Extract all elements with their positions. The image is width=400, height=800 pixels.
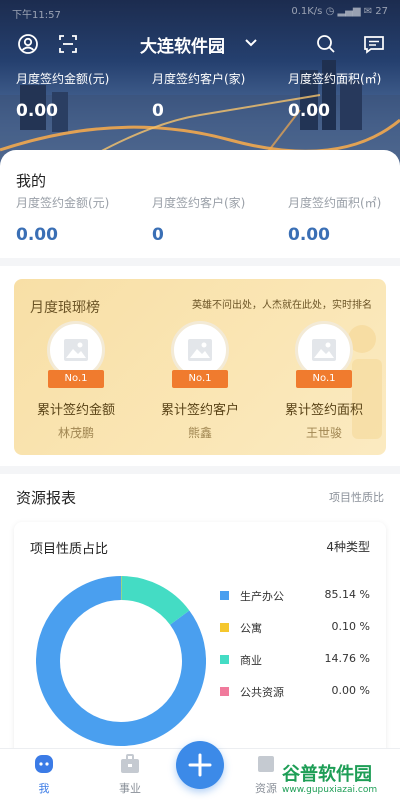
- scan-icon[interactable]: [56, 32, 80, 56]
- stat-label: 月度签约面积(㎡): [288, 196, 382, 210]
- avatar: No.1: [47, 321, 105, 388]
- chevron-down-icon[interactable]: [244, 36, 258, 50]
- legend-percent: 85.14 %: [324, 588, 370, 601]
- tab-label: 事业: [119, 782, 141, 795]
- section-divider: [0, 258, 400, 266]
- resources-icon: [258, 756, 274, 772]
- ranking-item[interactable]: No.1 累计签约面积 王世骏: [262, 321, 386, 441]
- legend-swatch: [220, 591, 229, 600]
- park-title[interactable]: 大连软件园: [140, 32, 225, 57]
- stat-label: 月度签约客户(家): [152, 196, 246, 210]
- chart-title: 项目性质占比: [30, 542, 109, 557]
- mine-stat-customers: 月度签约客户(家) 0: [152, 194, 245, 245]
- resources-link[interactable]: 项目性质比: [329, 489, 384, 505]
- stat-label: 月度签约面积(㎡): [288, 72, 382, 86]
- donut-chart[interactable]: [36, 576, 206, 746]
- legend-swatch: [220, 687, 229, 696]
- resources-title: 资源报表: [16, 489, 77, 507]
- stat-label: 月度签约金额(元): [16, 196, 110, 210]
- rank-badge: No.1: [172, 370, 228, 388]
- mine-section-title: 我的: [16, 172, 47, 190]
- ranking-item-name: 王世骏: [305, 426, 342, 440]
- legend-swatch: [220, 655, 229, 664]
- stat-value: 0.00: [16, 225, 58, 245]
- message-icon[interactable]: [362, 32, 386, 56]
- user-profile-icon[interactable]: [16, 32, 40, 56]
- avatar: No.1: [171, 321, 229, 388]
- legend-percent: 14.76 %: [324, 652, 370, 665]
- me-tab-icon: [35, 755, 53, 773]
- stat-value: 0.00: [288, 101, 330, 121]
- mine-stat-area: 月度签约面积(㎡) 0.00: [288, 194, 381, 245]
- legend-percent: 0.00 %: [331, 684, 370, 697]
- legend-item[interactable]: 公寓 0.10 %: [220, 620, 370, 652]
- add-button[interactable]: [176, 741, 224, 789]
- status-bar: 下午11:57 0.1K/s ◷ ▂▄▆ ✉ 27: [0, 4, 400, 21]
- ranking-item[interactable]: No.1 累计签约金额 林茂鹏: [14, 321, 138, 441]
- stat-label: 月度签约客户(家): [152, 72, 246, 86]
- ranking-item-label: 累计签约金额: [36, 403, 115, 418]
- stat-value: 0.00: [288, 225, 330, 245]
- status-indicators: 0.1K/s ◷ ▂▄▆ ✉ 27: [291, 6, 388, 17]
- image-placeholder-icon: [64, 339, 88, 361]
- rank-badge: No.1: [296, 370, 352, 388]
- hero-banner: 下午11:57 0.1K/s ◷ ▂▄▆ ✉ 27 大连软件园 月度签约金额(元…: [0, 0, 400, 175]
- hero-stat-area: 月度签约面积(㎡) 0.00: [288, 70, 381, 121]
- chart-legend: 生产办公 85.14 % 公寓 0.10 % 商业 14.76 % 公共资源 0…: [220, 588, 370, 716]
- image-placeholder-icon: [188, 339, 212, 361]
- legend-label: 生产办公: [240, 590, 284, 603]
- image-placeholder-icon: [312, 339, 336, 361]
- ranking-title: 月度琅琊榜: [30, 300, 100, 316]
- rank-badge: No.1: [48, 370, 104, 388]
- main-content: 我的 月度签约金额(元) 0.00 月度签约客户(家) 0 月度签约面积(㎡) …: [0, 150, 400, 800]
- ranking-item-name: 熊鑫: [187, 426, 212, 440]
- tab-me[interactable]: 我: [14, 753, 74, 796]
- ranking-item-name: 林茂鹏: [57, 426, 94, 440]
- tab-business[interactable]: 事业: [100, 753, 160, 796]
- ranking-item-label: 累计签约客户: [160, 403, 239, 418]
- site-watermark: 谷普软件园 www.gupuxiazai.com: [278, 758, 400, 800]
- ranking-item-label: 累计签约面积: [284, 403, 363, 418]
- hero-stat-customers: 月度签约客户(家) 0: [152, 70, 245, 121]
- ranking-item[interactable]: No.1 累计签约客户 熊鑫: [138, 321, 262, 441]
- legend-label: 公寓: [240, 622, 262, 635]
- status-time: 下午11:57: [12, 10, 61, 21]
- section-divider: [0, 466, 400, 474]
- search-icon[interactable]: [314, 32, 338, 56]
- plus-icon: [188, 753, 212, 777]
- stat-value: 0: [152, 225, 164, 245]
- legend-item[interactable]: 生产办公 85.14 %: [220, 588, 370, 620]
- avatar: No.1: [295, 321, 353, 388]
- legend-swatch: [220, 623, 229, 632]
- type-count: 4种类型: [326, 540, 370, 554]
- ranking-card[interactable]: 月度琅琊榜 英雄不问出处，人杰就在此处，实时排名 No.1 累计签约金额 林茂鹏: [14, 279, 386, 455]
- top-bar: 大连软件园: [0, 30, 400, 58]
- legend-item[interactable]: 商业 14.76 %: [220, 652, 370, 684]
- mine-stat-amount: 月度签约金额(元) 0.00: [16, 194, 109, 245]
- briefcase-icon: [121, 754, 139, 773]
- donut-slice-商业[interactable]: [120, 576, 190, 626]
- watermark-title: 谷普软件园: [282, 764, 372, 785]
- tab-label: 我: [38, 782, 50, 795]
- stat-value: 0.00: [16, 101, 58, 121]
- stat-value: 0: [152, 101, 164, 121]
- hero-stat-amount: 月度签约金额(元) 0.00: [16, 70, 109, 121]
- legend-item[interactable]: 公共资源 0.00 %: [220, 684, 370, 716]
- legend-label: 商业: [240, 654, 262, 667]
- legend-label: 公共资源: [240, 686, 284, 699]
- watermark-url: www.gupuxiazai.com: [282, 785, 378, 795]
- stat-label: 月度签约金额(元): [16, 72, 110, 86]
- legend-percent: 0.10 %: [331, 620, 370, 633]
- ranking-slogan: 英雄不问出处，人杰就在此处，实时排名: [192, 300, 372, 311]
- project-nature-card: 项目性质占比 4种类型 生产办公 85.14 % 公寓 0.10 % 商业 14…: [14, 522, 386, 762]
